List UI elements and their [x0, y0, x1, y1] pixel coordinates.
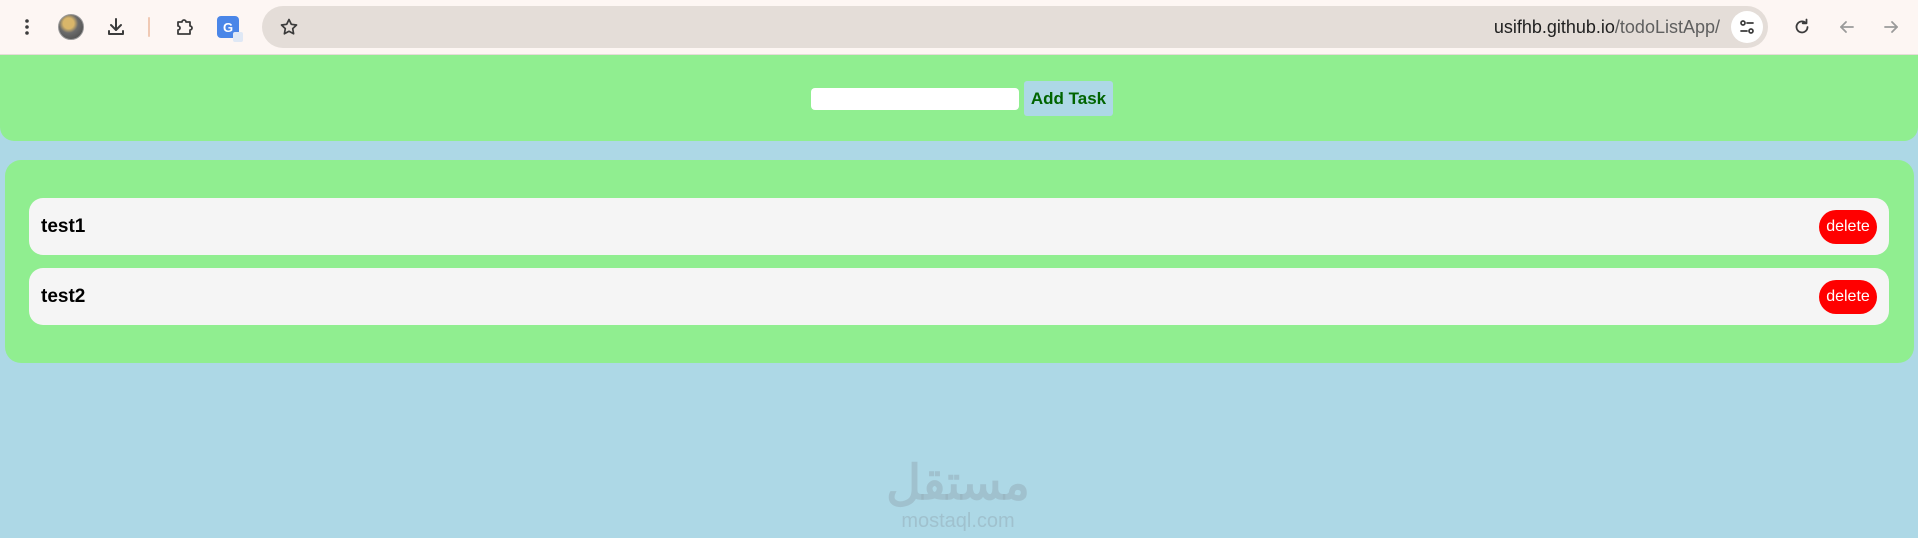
address-bar-url: usifhb.github.io/todoListApp/ — [1494, 6, 1720, 48]
task-input[interactable] — [811, 88, 1019, 110]
translate-icon[interactable]: G — [213, 12, 243, 42]
tune-icon[interactable] — [1731, 11, 1763, 43]
reload-icon[interactable] — [1787, 12, 1817, 42]
add-task-form: Add Task — [0, 55, 1918, 141]
browser-toolbar: G usifhb.github.io/todoListApp/ — [0, 0, 1918, 55]
delete-button[interactable]: delete — [1819, 280, 1877, 314]
watermark-arabic: مستقل — [886, 457, 1030, 510]
watermark: مستقل mostaql.com — [858, 457, 1058, 533]
task-list: test1 delete test2 delete — [5, 160, 1914, 363]
delete-button[interactable]: delete — [1819, 210, 1877, 244]
download-icon[interactable] — [101, 12, 131, 42]
task-item: test1 delete — [29, 198, 1889, 255]
star-icon[interactable] — [277, 15, 301, 39]
toolbar-divider — [148, 17, 150, 37]
task-item: test2 delete — [29, 268, 1889, 325]
forward-arrow-icon[interactable] — [1876, 12, 1906, 42]
task-text: test1 — [41, 216, 86, 237]
profile-avatar[interactable] — [56, 12, 86, 42]
puzzle-icon[interactable] — [170, 12, 200, 42]
address-bar[interactable]: usifhb.github.io/todoListApp/ — [262, 6, 1768, 48]
url-path: /todoListApp/ — [1614, 17, 1720, 37]
task-text: test2 — [41, 286, 86, 307]
watermark-latin: mostaql.com — [901, 510, 1015, 532]
avatar — [58, 14, 84, 40]
url-host: usifhb.github.io — [1493, 17, 1615, 37]
more-vert-icon[interactable] — [12, 12, 42, 42]
add-task-button[interactable]: Add Task — [1024, 81, 1113, 116]
back-arrow-icon[interactable] — [1832, 12, 1862, 42]
